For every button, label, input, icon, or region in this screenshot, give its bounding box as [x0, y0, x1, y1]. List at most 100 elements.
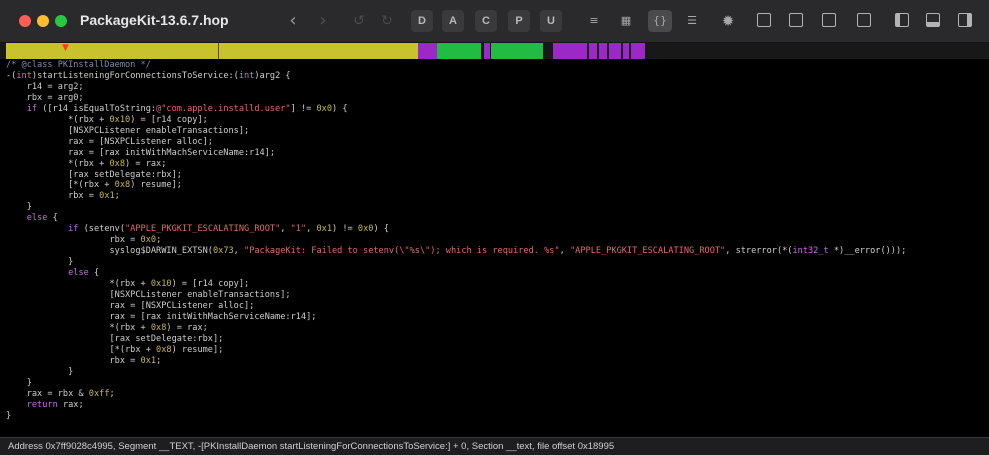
- code-token: ,: [306, 224, 317, 235]
- mode-button-data[interactable]: D: [411, 10, 433, 32]
- code-token: if: [68, 224, 79, 235]
- code-token: 0x8: [109, 158, 126, 169]
- code-token: [*(rbx +: [6, 180, 115, 191]
- code-line: syslog$DARWIN_EXTSN(0x73, "PackageKit: F…: [6, 246, 989, 257]
- code-token: 0xff: [88, 388, 110, 399]
- code-token: "PackageKit: Failed to setenv(\"%s\"); w…: [244, 246, 560, 257]
- status-bar: Address 0x7ff9028c4995, Segment __TEXT, …: [0, 437, 989, 455]
- code-token: ) {: [373, 224, 389, 235]
- code-token: ] !=: [290, 103, 317, 114]
- redo-icon[interactable]: ↻: [378, 12, 396, 30]
- code-token: else: [26, 213, 48, 224]
- code-line: [rax setDelegate:rbx];: [6, 170, 989, 181]
- code-token: }: [6, 257, 74, 268]
- inspector-icon[interactable]: [822, 13, 836, 27]
- code-line: }: [6, 411, 989, 422]
- code-token: (setenv(: [78, 224, 126, 235]
- code-line: }: [6, 367, 989, 378]
- code-token: rax = [rax initWithMachServiceName:r14];: [6, 147, 276, 158]
- code-line: else {: [6, 268, 989, 279]
- window-title: PackageKit-13.6.7.hop: [80, 12, 229, 28]
- script-icon[interactable]: [857, 13, 871, 27]
- code-token: }: [6, 377, 32, 388]
- navigation-icon[interactable]: [789, 13, 803, 27]
- pseudo-code-view[interactable]: /* @class PKInstallDaemon */-(int)startL…: [0, 60, 989, 438]
- code-line: rax = [NSXPCListener alloc];: [6, 137, 989, 148]
- code-line: r14 = arg2;: [6, 82, 989, 93]
- code-token: ) {: [332, 103, 348, 114]
- code-line: [*(rbx + 0x8) resume];: [6, 180, 989, 191]
- pseudo-code-text: /* @class PKInstallDaemon */-(int)startL…: [0, 60, 989, 421]
- code-token: -(: [6, 70, 17, 81]
- close-window-button[interactable]: [19, 15, 31, 27]
- back-icon[interactable]: ‹: [283, 11, 303, 31]
- mode-button-code[interactable]: C: [475, 10, 497, 32]
- undo-icon[interactable]: ↺: [350, 12, 368, 30]
- code-token: [NSXPCListener enableTransactions];: [6, 290, 291, 301]
- code-token: rax = [NSXPCListener alloc];: [6, 300, 255, 311]
- code-line: rax = [rax initWithMachServiceName:r14];: [6, 148, 989, 159]
- code-line: if ([r14 isEqualToString:@"com.apple.ins…: [6, 104, 989, 115]
- code-token: 0x0: [316, 103, 332, 114]
- code-token: *(rbx +: [6, 322, 151, 333]
- code-token: ,: [233, 246, 245, 257]
- code-token: {: [47, 213, 58, 224]
- code-token: if: [26, 103, 38, 114]
- code-token: ) resume];: [130, 180, 182, 191]
- code-token: *)__error()));: [828, 246, 907, 257]
- left-sidebar-toggle-icon[interactable]: [895, 13, 909, 27]
- code-line: [*(rbx + 0x8) resume];: [6, 345, 989, 356]
- code-line: [NSXPCListener enableTransactions];: [6, 290, 989, 301]
- code-token: rax = [NSXPCListener alloc];: [6, 136, 213, 147]
- mode-button-procedure[interactable]: P: [508, 10, 530, 32]
- code-token: }: [6, 202, 32, 213]
- code-token: "1": [290, 224, 307, 235]
- debugger-icon[interactable]: ✹: [716, 10, 740, 32]
- code-token: , strerror(*(: [725, 246, 793, 257]
- hex-view-icon[interactable]: ☰: [680, 10, 704, 32]
- code-token: *(rbx +: [6, 114, 110, 125]
- code-token: else: [68, 268, 89, 279]
- code-token: 0x8: [156, 344, 172, 355]
- code-line: else {: [6, 213, 989, 224]
- code-line: rax = [NSXPCListener alloc];: [6, 301, 989, 312]
- label-icon[interactable]: ≡: [582, 10, 606, 32]
- segment-navigation-bar[interactable]: ▼: [0, 43, 989, 59]
- minimize-window-button[interactable]: [37, 15, 49, 27]
- code-line: rax = [rax initWithMachServiceName:r14];: [6, 312, 989, 323]
- code-token: ;: [114, 191, 120, 202]
- segment-block-data: [491, 43, 543, 59]
- segment-separator: [218, 43, 219, 59]
- code-token: [*(rbx +: [6, 344, 157, 355]
- split-view-icon[interactable]: [757, 13, 771, 27]
- position-marker-icon: ▼: [62, 43, 69, 53]
- code-token: int: [238, 70, 255, 81]
- mode-button-ascii[interactable]: A: [442, 10, 464, 32]
- code-line: /* @class PKInstallDaemon */: [6, 60, 989, 71]
- code-token: ) = rax;: [166, 322, 208, 333]
- code-token: ,: [559, 246, 570, 257]
- mode-button-undefined[interactable]: U: [540, 10, 562, 32]
- bottom-panel-toggle-icon[interactable]: [926, 13, 940, 27]
- right-sidebar-toggle-icon[interactable]: [958, 13, 972, 27]
- segment-block-procedure: [609, 43, 621, 59]
- forward-icon[interactable]: ›: [313, 11, 333, 31]
- code-token: rbx = arg0;: [6, 92, 84, 103]
- code-token: 0x10: [150, 279, 172, 290]
- code-token: syslog$DARWIN_EXTSN(: [6, 246, 213, 257]
- control-flow-graph-icon[interactable]: ▦: [614, 10, 638, 32]
- code-token: ) !=: [332, 224, 358, 235]
- code-token: 0x1: [99, 191, 115, 202]
- code-token: 0x10: [109, 114, 131, 125]
- code-token: r14 = arg2;: [6, 81, 84, 92]
- zoom-window-button[interactable]: [55, 15, 67, 27]
- code-token: ) resume];: [171, 344, 224, 355]
- code-line: }: [6, 257, 989, 268]
- status-text: Address 0x7ff9028c4995, Segment __TEXT, …: [8, 441, 615, 452]
- segment-block-data: [437, 43, 481, 59]
- pseudo-code-icon[interactable]: {}: [648, 10, 672, 32]
